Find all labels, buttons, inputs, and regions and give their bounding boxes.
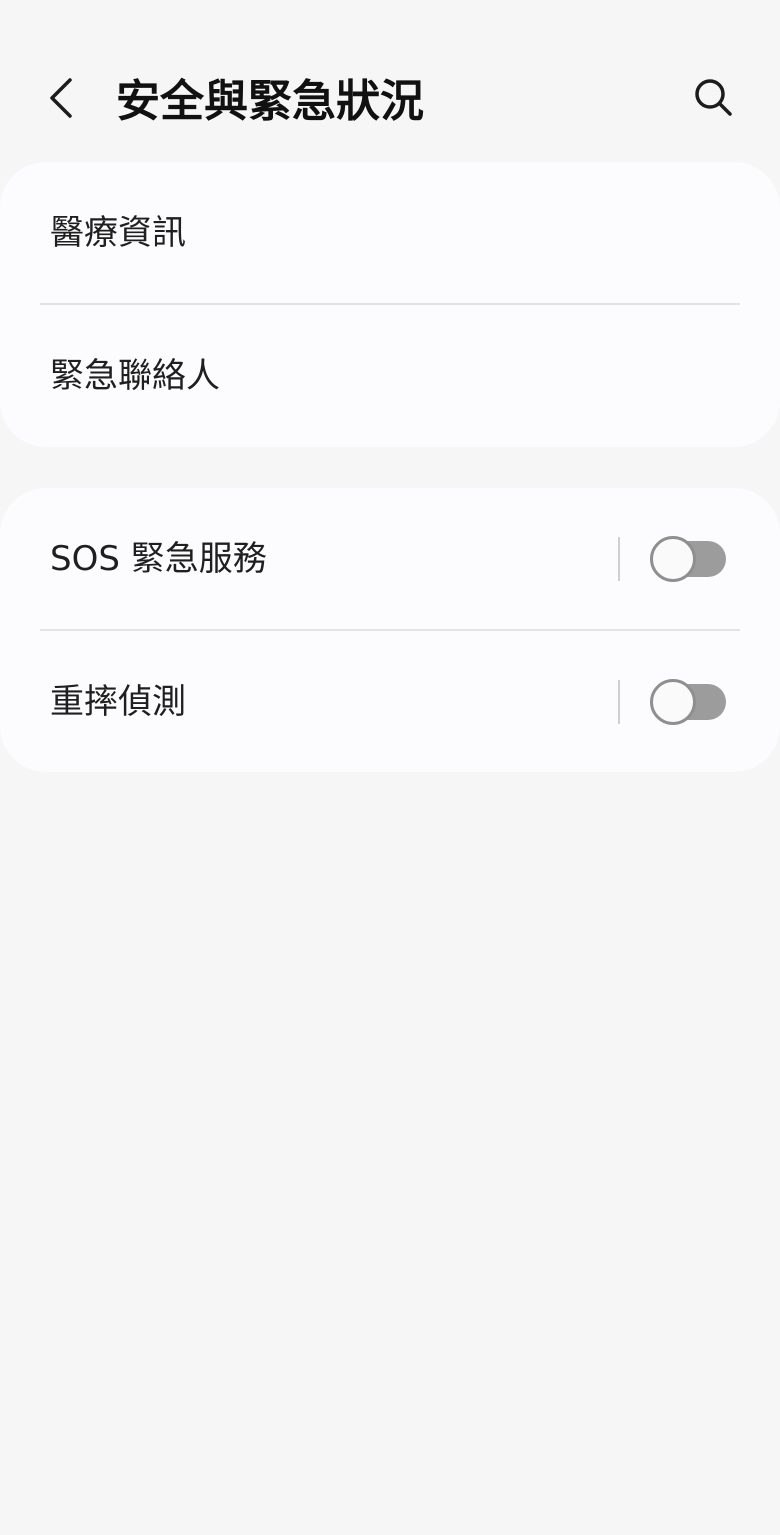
search-button[interactable] bbox=[682, 66, 746, 130]
emergency-contacts-item[interactable]: 緊急聯絡人 bbox=[0, 305, 780, 447]
vertical-divider bbox=[618, 537, 620, 581]
toggle-thumb bbox=[650, 536, 696, 582]
app-header: 安全與緊急狀況 bbox=[0, 0, 780, 160]
medical-info-item[interactable]: 醫療資訊 bbox=[0, 162, 780, 304]
page-title: 安全與緊急狀況 bbox=[116, 76, 424, 127]
chevron-left-icon bbox=[50, 78, 72, 118]
fall-detection-toggle[interactable] bbox=[650, 679, 726, 725]
vertical-divider bbox=[618, 680, 620, 724]
sos-service-item[interactable]: SOS 緊急服務 bbox=[0, 488, 780, 630]
search-icon bbox=[695, 79, 732, 116]
sos-service-toggle[interactable] bbox=[650, 536, 726, 582]
back-button[interactable] bbox=[30, 66, 94, 130]
sos-service-label: SOS 緊急服務 bbox=[50, 539, 267, 579]
medical-info-label: 醫療資訊 bbox=[50, 213, 186, 253]
emergency-contacts-label: 緊急聯絡人 bbox=[50, 356, 220, 396]
fall-detection-label: 重摔偵測 bbox=[50, 682, 186, 722]
feature-settings-card: SOS 緊急服務 重摔偵測 bbox=[0, 488, 780, 772]
toggle-thumb bbox=[650, 679, 696, 725]
info-settings-card: 醫療資訊 緊急聯絡人 bbox=[0, 162, 780, 447]
fall-detection-item[interactable]: 重摔偵測 bbox=[0, 631, 780, 772]
